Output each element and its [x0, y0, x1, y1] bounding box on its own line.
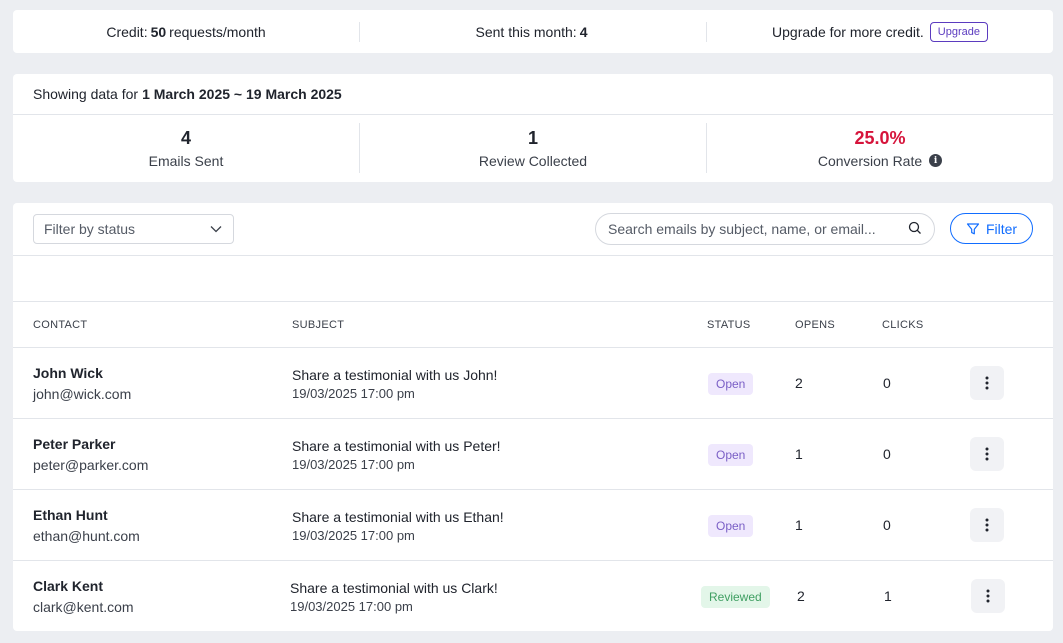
email-subject: Share a testimonial with us Peter!	[292, 438, 501, 454]
table-spacer	[13, 256, 1053, 302]
stat-conversion-rate: 25.0% Conversion Rate i	[706, 123, 1053, 173]
table-row[interactable]: John Wick john@wick.com Share a testimon…	[13, 348, 1053, 419]
more-actions-icon[interactable]	[970, 366, 1004, 400]
opens-count: 1	[795, 446, 803, 462]
clicks-count: 0	[883, 446, 891, 462]
table-toolbar: Filter by status Filter	[13, 203, 1053, 256]
header-clicks: CLICKS	[882, 319, 924, 331]
opens-count: 2	[797, 588, 805, 604]
sent-info: Sent this month: 4	[359, 21, 706, 42]
sent-label: Sent this month:	[475, 23, 577, 40]
credit-info: Credit: 50 requests/month	[13, 24, 359, 40]
upgrade-button[interactable]: Upgrade	[929, 21, 988, 42]
contact-name: John Wick	[33, 365, 103, 381]
table-row[interactable]: Clark Kent clark@kent.com Share a testim…	[13, 561, 1053, 632]
status-filter-select[interactable]: Filter by status	[33, 214, 234, 244]
opens-count: 1	[795, 517, 803, 533]
clicks-count: 0	[883, 517, 891, 533]
filter-button-label: Filter	[985, 220, 1018, 237]
contact-email: clark@kent.com	[33, 599, 134, 615]
credit-unit: requests/month	[169, 23, 266, 40]
table-row[interactable]: Ethan Hunt ethan@hunt.com Share a testim…	[13, 490, 1053, 561]
stats-card: Showing data for 1 March 2025 ~ 19 March…	[13, 74, 1053, 182]
upgrade-info: Upgrade for more credit. Upgrade	[706, 21, 1053, 42]
filter-button[interactable]: Filter	[950, 213, 1033, 244]
contact-name: Clark Kent	[33, 578, 104, 594]
header-subject: SUBJECT	[292, 319, 345, 331]
date-range: Showing data for 1 March 2025 ~ 19 March…	[13, 74, 1053, 115]
email-subject: Share a testimonial with us Ethan!	[292, 509, 504, 525]
stat-label-text: Review Collected	[478, 152, 588, 169]
stat-label-text: Emails Sent	[148, 152, 224, 169]
more-actions-icon[interactable]	[971, 579, 1005, 613]
clicks-count: 0	[883, 375, 891, 391]
sent-value: 4	[579, 23, 588, 40]
email-date: 19/03/2025 17:00 pm	[292, 386, 415, 401]
credit-bar: Credit: 50 requests/month Sent this mont…	[13, 10, 1053, 53]
email-date: 19/03/2025 17:00 pm	[292, 457, 415, 472]
email-date: 19/03/2025 17:00 pm	[292, 528, 415, 543]
table-row[interactable]: Peter Parker peter@parker.com Share a te…	[13, 419, 1053, 490]
stat-label: Review Collected	[479, 153, 587, 169]
status-badge: Open	[708, 444, 754, 466]
stats-row: 4 Emails Sent 1 Review Collected 25.0% C…	[13, 115, 1053, 181]
table-body: John Wick john@wick.com Share a testimon…	[13, 348, 1053, 632]
status-badge: Open	[708, 515, 754, 537]
search-icon[interactable]	[908, 221, 922, 238]
info-icon[interactable]: i	[929, 154, 943, 167]
more-actions-icon[interactable]	[970, 437, 1004, 471]
stat-value: 1	[527, 127, 538, 148]
clicks-count: 1	[884, 588, 892, 604]
header-contact: CONTACT	[33, 319, 88, 331]
search-box	[595, 213, 935, 245]
contact-name: Peter Parker	[33, 436, 116, 452]
stat-label-text: Conversion Rate	[817, 152, 923, 169]
date-range-value: 1 March 2025 ~ 19 March 2025	[142, 86, 342, 102]
status-filter-placeholder: Filter by status	[44, 221, 136, 237]
emails-table-card: Filter by status Filter CONTACT SUBJECT …	[13, 203, 1053, 631]
header-opens: OPENS	[795, 319, 836, 331]
contact-email: john@wick.com	[33, 386, 132, 402]
email-subject: Share a testimonial with us Clark!	[290, 580, 498, 596]
stat-review-collected: 1 Review Collected	[359, 123, 706, 173]
email-subject: Share a testimonial with us John!	[292, 367, 498, 383]
contact-email: ethan@hunt.com	[33, 528, 140, 544]
upgrade-text: Upgrade for more credit.	[772, 23, 924, 40]
stat-emails-sent: 4 Emails Sent	[13, 123, 359, 173]
chevron-down-icon	[209, 222, 223, 236]
email-date: 19/03/2025 17:00 pm	[290, 599, 413, 614]
search-input[interactable]	[608, 221, 908, 237]
status-badge: Open	[708, 373, 754, 395]
stat-label: Emails Sent	[149, 153, 224, 169]
contact-name: Ethan Hunt	[33, 507, 108, 523]
status-badge: Reviewed	[701, 586, 770, 608]
header-status: STATUS	[707, 319, 751, 331]
credit-value: 50	[150, 23, 167, 40]
filter-icon	[966, 222, 980, 234]
stat-value: 25.0%	[854, 127, 906, 148]
date-range-label: Showing data for	[33, 86, 139, 102]
table-header: CONTACT SUBJECT STATUS OPENS CLICKS	[13, 302, 1053, 348]
more-actions-icon[interactable]	[970, 508, 1004, 542]
stat-label: Conversion Rate i	[817, 152, 943, 169]
credit-label: Credit:	[106, 23, 148, 40]
contact-email: peter@parker.com	[33, 457, 149, 473]
opens-count: 2	[795, 375, 803, 391]
stat-value: 4	[180, 127, 191, 148]
